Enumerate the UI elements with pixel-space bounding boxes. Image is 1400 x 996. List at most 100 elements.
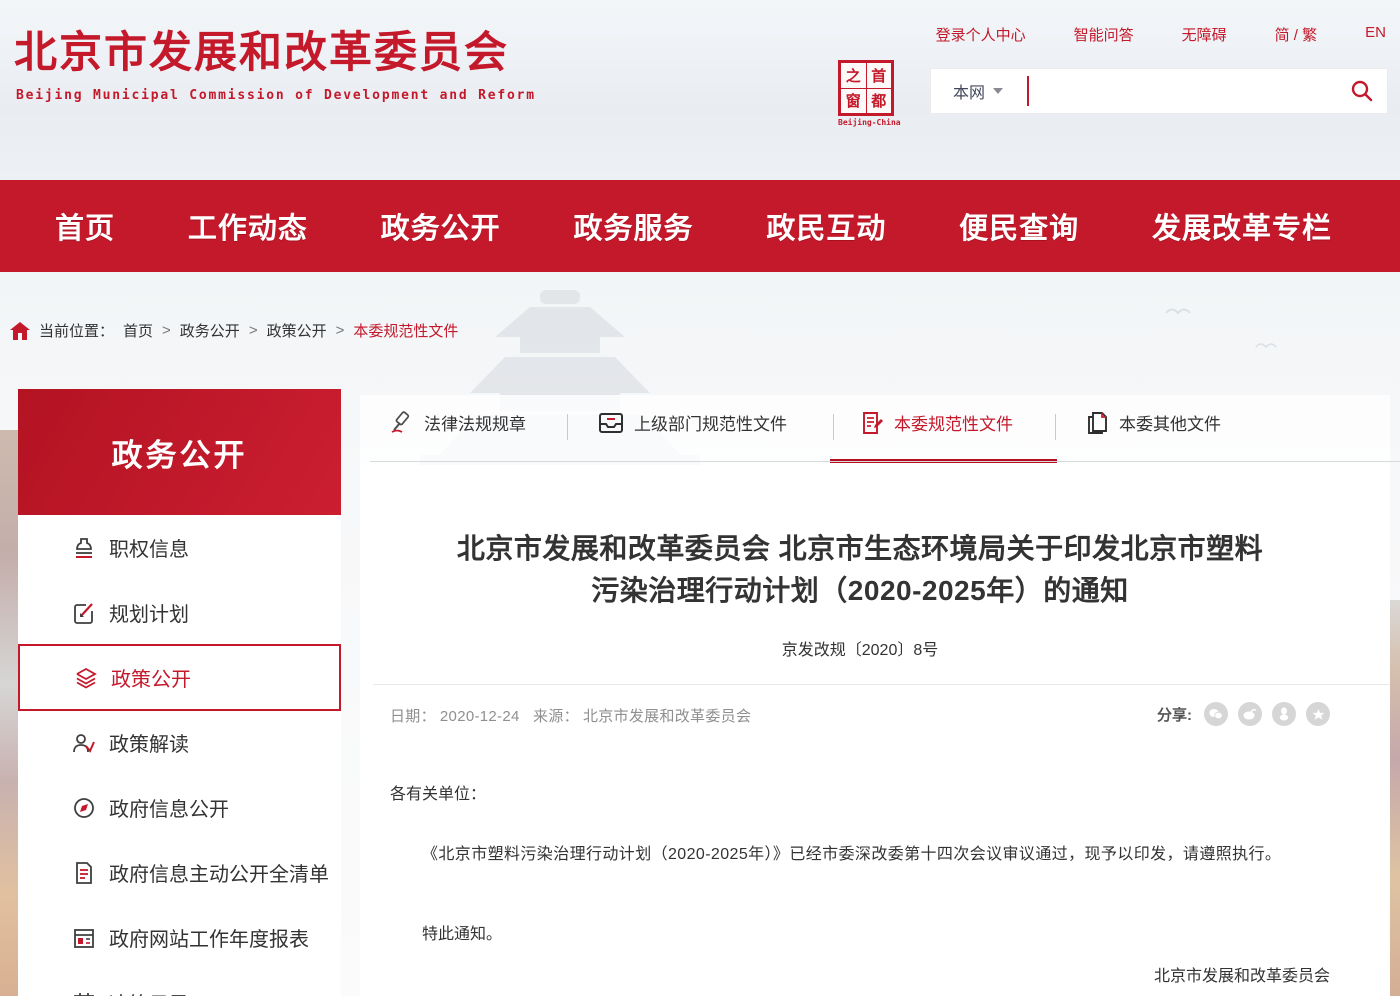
link-accessibility[interactable]: 无障碍: [1182, 24, 1227, 45]
report-table-icon: [72, 926, 96, 950]
sidebar-item-government-info-disclosure[interactable]: 政府信息公开: [18, 775, 341, 840]
tab-label: 上级部门规范性文件: [634, 410, 787, 435]
date-label: 日期：: [390, 708, 436, 725]
layers-icon: [74, 666, 98, 690]
article-title-line: 北京市发展和改革委员会 北京市生态环境局关于印发北京市塑料: [390, 528, 1330, 570]
tabs-baseline: [370, 461, 1400, 462]
sidebar-item-label: 决策目录: [109, 988, 189, 996]
article-meta-row: 日期：2020-12-24 来源：北京市发展和改革委员会 分享:: [390, 705, 1330, 726]
breadcrumb-item-home[interactable]: 首页: [123, 320, 153, 341]
tab-laws-and-regulations[interactable]: 法律法规规章: [390, 410, 526, 435]
document-list-icon: [72, 861, 96, 885]
seal-char: 之: [841, 63, 866, 88]
sidebar-item-planning[interactable]: 规划计划: [18, 580, 341, 645]
sidebar-item-decision-catalog[interactable]: 决策目录: [18, 970, 341, 996]
documents-icon: [1085, 411, 1109, 435]
beijing-china-seal-logo[interactable]: 之 首 窗 都 Beijing-China: [838, 60, 896, 127]
article-title-line: 污染治理行动计划（2020-2025年）的通知: [390, 570, 1330, 612]
sidebar-item-policy-disclosure[interactable]: 政策公开: [18, 644, 341, 711]
bird-icon: [1165, 305, 1191, 315]
nav-item-work-updates[interactable]: 工作动态: [188, 205, 308, 247]
sidebar-item-label: 职权信息: [109, 533, 189, 562]
nav-item-convenient-inquiry[interactable]: 便民查询: [959, 205, 1079, 247]
nav-item-home[interactable]: 首页: [55, 205, 115, 247]
bird-icon: [1255, 340, 1277, 349]
tab-other-documents[interactable]: 本委其他文件: [1085, 410, 1221, 435]
article-salutation: 各有关单位：: [390, 780, 1330, 804]
link-english[interactable]: EN: [1365, 24, 1386, 45]
article-signature: 北京市发展和改革委员会: [390, 962, 1330, 986]
tab-separator: [1055, 414, 1056, 440]
sidebar-item-label: 政策公开: [111, 663, 191, 692]
sidebar-item-authority-info[interactable]: 职权信息: [18, 515, 341, 580]
breadcrumb-label: 当前位置：: [39, 320, 114, 341]
search-button[interactable]: [1337, 69, 1387, 113]
compass-icon: [72, 796, 96, 820]
sidebar-item-proactive-disclosure-list[interactable]: 政府信息主动公开全清单: [18, 840, 341, 905]
sidebar-item-policy-interpretation[interactable]: 政策解读: [18, 710, 341, 775]
breadcrumb-item-gov-affairs[interactable]: 政务公开: [180, 320, 240, 341]
page: 北京市发展和改革委员会 Beijing Municipal Commission…: [0, 0, 1400, 996]
sidebar-item-label: 政府信息公开: [109, 793, 229, 822]
sidebar-title: 政务公开: [18, 389, 341, 515]
breadcrumb-item-policy-disclosure[interactable]: 政策公开: [267, 320, 327, 341]
calendar-icon: [72, 991, 96, 996]
source-label: 来源：: [533, 708, 579, 725]
article-source: 北京市发展和改革委员会: [583, 708, 751, 725]
main-nav: 首页 工作动态 政务公开 政务服务 政民互动 便民查询 发展改革专栏: [0, 180, 1400, 272]
seal-caption: Beijing-China: [838, 118, 896, 127]
sidebar-item-website-annual-report[interactable]: 政府网站工作年度报表: [18, 905, 341, 970]
site-logo-title: 北京市发展和改革委员会: [14, 18, 509, 80]
qq-share-icon[interactable]: [1272, 702, 1296, 726]
nav-item-public-interaction[interactable]: 政民互动: [766, 205, 886, 247]
meta-divider: [373, 684, 1390, 685]
breadcrumb: 当前位置： 首页 > 政务公开 > 政策公开 > 本委规范性文件: [10, 320, 458, 341]
header-top-links: 登录个人中心 智能问答 无障碍 简 / 繁 EN: [936, 24, 1386, 45]
article-paragraph: 《北京市塑料污染治理行动计划（2020-2025年）》已经市委深改委第十四次会议…: [390, 838, 1332, 871]
sidebar: 职权信息 规划计划 政策公开 政策解读: [18, 515, 341, 996]
tab-label: 本委其他文件: [1119, 410, 1221, 435]
chevron-down-icon: [993, 88, 1003, 94]
search-input[interactable]: [1029, 71, 1337, 111]
share-label: 分享:: [1157, 704, 1192, 725]
inbox-icon: [598, 411, 624, 435]
document-type-tabs: 法律法规规章 上级部门规范性文件 本委规范性文件: [390, 410, 1390, 450]
seal-grid: 之 首 窗 都: [838, 60, 894, 116]
background-left-photo-strip: [0, 430, 18, 996]
seal-char: 窗: [841, 89, 866, 114]
document-edit-icon: [860, 411, 884, 435]
link-login-personal-center[interactable]: 登录个人中心: [936, 24, 1026, 45]
tab-separator: [567, 414, 568, 440]
search-scope-label: 本网: [953, 79, 985, 103]
share-bar: 分享:: [1157, 702, 1330, 726]
favorite-share-icon[interactable]: [1306, 702, 1330, 726]
weibo-share-icon[interactable]: [1238, 702, 1262, 726]
plan-edit-icon: [72, 601, 96, 625]
breadcrumb-separator: >: [249, 322, 258, 339]
nav-item-government-affairs[interactable]: 政务公开: [381, 205, 501, 247]
nav-item-development-reform-column[interactable]: 发展改革专栏: [1152, 205, 1332, 247]
document-number: 京发改规〔2020〕8号: [390, 636, 1330, 660]
search-bar: 本网: [930, 68, 1388, 114]
home-icon: [10, 322, 30, 340]
sidebar-item-label: 政府信息主动公开全清单: [109, 858, 329, 887]
tab-superior-normative-documents[interactable]: 上级部门规范性文件: [598, 410, 787, 435]
tab-separator: [833, 414, 834, 440]
article-date: 2020-12-24: [440, 708, 520, 725]
wechat-share-icon[interactable]: [1204, 702, 1228, 726]
breadcrumb-item-normative-documents[interactable]: 本委规范性文件: [353, 320, 458, 341]
seal-char: 都: [867, 89, 892, 114]
breadcrumb-separator: >: [162, 322, 171, 339]
article-paragraph: 特此通知。: [390, 920, 1330, 944]
sidebar-item-label: 政府网站工作年度报表: [109, 923, 309, 952]
nav-item-government-services[interactable]: 政务服务: [573, 205, 693, 247]
search-scope-dropdown[interactable]: 本网: [931, 79, 1021, 103]
tab-label: 本委规范性文件: [894, 410, 1013, 435]
tab-label: 法律法规规章: [424, 410, 526, 435]
stamp-icon: [72, 536, 96, 560]
seal-char: 首: [867, 63, 892, 88]
link-simplified-traditional[interactable]: 简 / 繁: [1275, 24, 1318, 45]
site-logo-subtitle: Beijing Municipal Commission of Developm…: [16, 88, 536, 103]
tab-own-normative-documents[interactable]: 本委规范性文件: [860, 410, 1013, 435]
link-smart-qa[interactable]: 智能问答: [1074, 24, 1134, 45]
